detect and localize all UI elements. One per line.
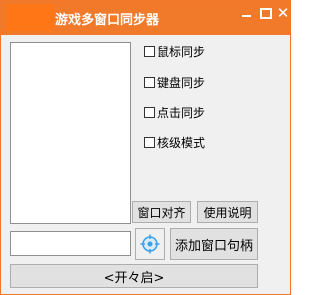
window-title: 游戏多窗口同步器 <box>55 13 160 28</box>
checkbox-box[interactable] <box>144 76 155 88</box>
add-handle-button[interactable]: 添加窗口句柄 <box>170 228 258 260</box>
align-windows-button[interactable]: 窗口对齐 <box>132 201 191 223</box>
app-window: 游戏多窗口同步器 ✕ 鼠标同步 键盘同步 点击同步 核级模式 窗口对齐 使用说明… <box>0 0 291 295</box>
start-button[interactable]: <开々启> <box>10 264 258 288</box>
checkbox-label: 鼠标同步 <box>157 44 206 59</box>
window-handle-list[interactable] <box>10 42 131 224</box>
close-icon: ✕ <box>276 4 290 22</box>
click-sync-checkbox[interactable]: 点击同步 <box>144 104 205 120</box>
checkbox-label: 核级模式 <box>157 135 206 150</box>
minimize-icon <box>241 15 251 17</box>
close-button[interactable]: ✕ <box>273 5 293 21</box>
window-picker-button[interactable] <box>135 228 165 260</box>
app-icon <box>6 4 54 31</box>
title-bar[interactable]: 游戏多窗口同步器 ✕ <box>1 1 290 35</box>
checkbox-box[interactable] <box>144 136 155 148</box>
help-button[interactable]: 使用说明 <box>197 201 258 223</box>
core-mode-checkbox[interactable]: 核级模式 <box>144 134 205 150</box>
checkbox-label: 键盘同步 <box>157 75 206 90</box>
keyboard-sync-checkbox[interactable]: 键盘同步 <box>144 74 205 90</box>
maximize-icon <box>260 7 272 19</box>
crosshair-icon <box>140 234 160 254</box>
handle-input[interactable] <box>10 231 131 256</box>
mouse-sync-checkbox[interactable]: 鼠标同步 <box>144 43 205 59</box>
minimize-button[interactable] <box>236 5 256 21</box>
checkbox-box[interactable] <box>144 106 155 118</box>
checkbox-label: 点击同步 <box>157 105 206 120</box>
checkbox-box[interactable] <box>144 45 155 57</box>
